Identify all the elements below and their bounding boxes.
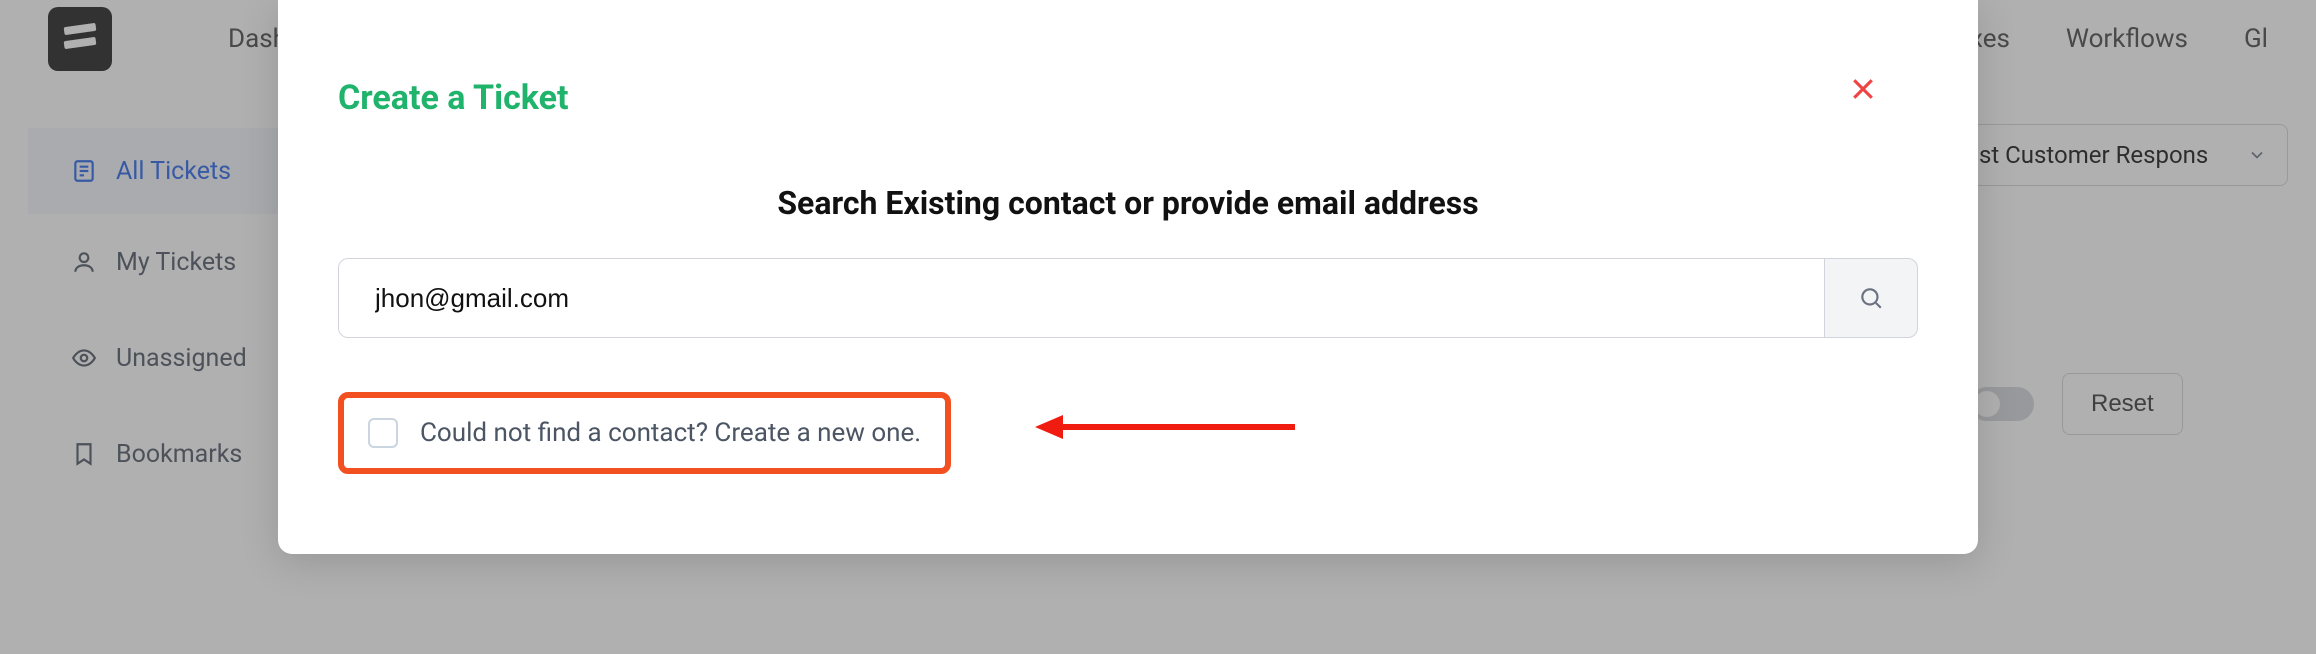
create-ticket-modal: Create a Ticket Search Existing contact … [278,0,1978,554]
contact-search-input[interactable] [338,258,1824,338]
modal-subtitle: Search Existing contact or provide email… [338,184,1918,222]
new-contact-label: Could not find a contact? Create a new o… [420,418,921,448]
search-icon [1858,285,1884,311]
modal-close-button[interactable] [1848,74,1878,104]
close-icon [1848,74,1878,104]
contact-search-row [338,258,1918,338]
new-contact-checkbox[interactable] [368,418,398,448]
contact-search-button[interactable] [1824,258,1918,338]
new-contact-highlight: Could not find a contact? Create a new o… [338,392,951,474]
modal-title: Create a Ticket [338,78,1918,118]
